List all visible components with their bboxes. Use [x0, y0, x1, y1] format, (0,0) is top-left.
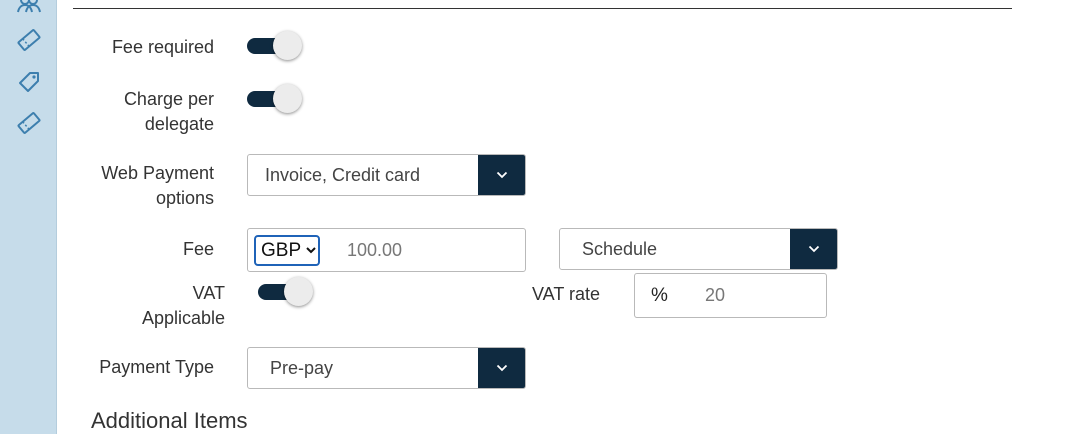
- fee-required-toggle[interactable]: [247, 31, 303, 61]
- toggle-knob: [273, 31, 302, 60]
- schedule-dropdown-button[interactable]: [790, 229, 837, 269]
- payment-type-value: Pre-pay: [270, 358, 334, 378]
- web-payment-dropdown-button[interactable]: [478, 155, 525, 195]
- payment-type-label: Payment Type: [99, 357, 214, 377]
- schedule-value: Schedule: [582, 239, 658, 259]
- charge-per-delegate-toggle[interactable]: [247, 84, 303, 114]
- currency-select[interactable]: GBP: [254, 235, 320, 266]
- chevron-down-icon: [808, 245, 819, 253]
- fee-required-label: Fee required: [111, 37, 214, 57]
- section-divider: [73, 8, 1012, 9]
- web-payment-options-label: Web Payment options: [101, 163, 214, 208]
- ticket-icon[interactable]: [16, 110, 42, 136]
- toggle-knob: [273, 84, 302, 113]
- chevron-down-icon: [306, 247, 316, 254]
- vat-rate-input[interactable]: 20: [705, 274, 725, 317]
- additional-items-heading: Additional Items: [91, 408, 248, 433]
- vat-applicable-toggle[interactable]: [258, 277, 314, 307]
- currency-value: GBP: [261, 240, 302, 261]
- fee-input-group: GBP 100.00: [247, 228, 526, 272]
- fee-label: Fee: [182, 239, 214, 259]
- users-icon[interactable]: [16, 0, 42, 14]
- web-payment-options-select[interactable]: Invoice, Credit card: [247, 154, 526, 196]
- vat-applicable-label: VAT Applicable: [141, 283, 225, 328]
- percent-symbol: %: [651, 285, 668, 306]
- chevron-down-icon: [496, 171, 507, 179]
- schedule-select[interactable]: Schedule: [559, 228, 838, 270]
- web-payment-options-value: Invoice, Credit card: [265, 165, 421, 185]
- vat-rate-label: VAT rate: [532, 284, 601, 304]
- vat-rate-input-group: % 20: [634, 273, 827, 318]
- ticket-icon[interactable]: [16, 27, 42, 53]
- charge-per-delegate-label: Charge per delegate: [123, 89, 214, 134]
- payment-type-dropdown-button[interactable]: [478, 348, 525, 388]
- chevron-down-icon: [496, 364, 507, 372]
- fee-amount-input[interactable]: 100.00: [347, 229, 402, 271]
- tag-icon[interactable]: [16, 69, 42, 95]
- sidebar: [0, 0, 57, 434]
- payment-type-select[interactable]: Pre-pay: [247, 347, 526, 389]
- toggle-knob: [284, 277, 313, 306]
